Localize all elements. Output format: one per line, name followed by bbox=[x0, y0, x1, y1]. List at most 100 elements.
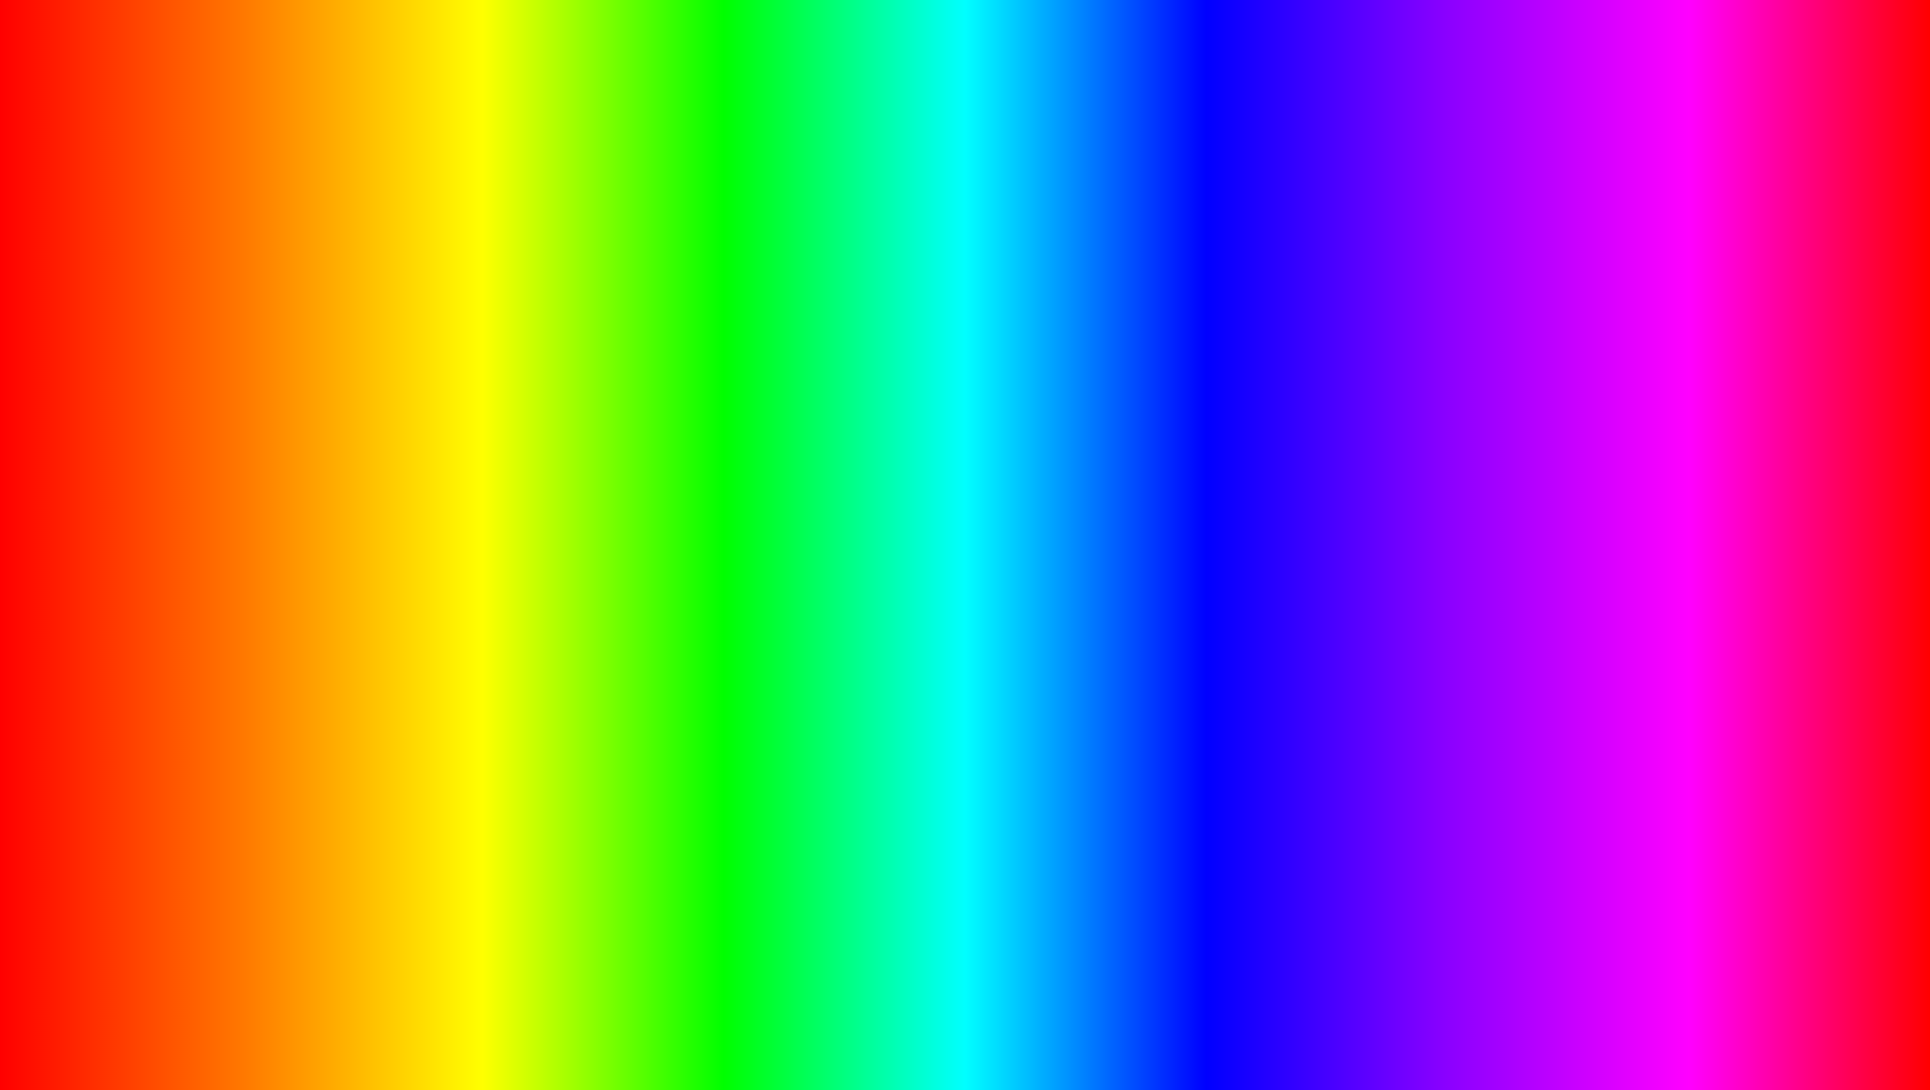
second-sea-item-3: Auto Swan Glasses bbox=[1579, 573, 1815, 590]
right-panel-nav[interactable]: General Automatics Visuals Combat Shop M… bbox=[1324, 318, 1820, 336]
auto-farm-fruit-label: Auto Farm Fruit Mastery bbox=[183, 564, 306, 595]
r-nav-combat[interactable]: Combat bbox=[1506, 321, 1542, 332]
stats-col-header: Stats bbox=[521, 341, 583, 358]
third-sea-col: Third Sea Auto Musketeer Hat Auto Ken-Ha… bbox=[1324, 336, 1573, 682]
fighting-styles-col: Fighting Styles Auto Death Step Auto Sup… bbox=[1573, 336, 1821, 682]
third-sea-item-9: Auto Cavander bbox=[1330, 495, 1566, 512]
auto-farm-gun-label: Auto Farm Gun Mastery bbox=[183, 594, 306, 609]
third-sea-item-2: Auto Ken-Haki V2 bbox=[1330, 379, 1566, 396]
logo-fruits-text: FRUITS bbox=[1701, 988, 1882, 1046]
auto-farm-boss-button[interactable]: Auto Farm Boss bbox=[183, 518, 306, 543]
fs-item-1: Auto Death Step bbox=[1579, 363, 1815, 380]
right-window-title: Shadow Hu bbox=[1332, 303, 1386, 314]
character-silhouette bbox=[812, 672, 992, 932]
third-sea-item-12: Auto Cake Prince bbox=[1330, 544, 1566, 561]
pastebin-text: PASTEBIN bbox=[1148, 954, 1612, 1057]
select-boss-label: Select Boss bbox=[183, 447, 306, 464]
third-sea-item-10: Auto Tushita bbox=[1330, 511, 1566, 528]
one-piece-logo-icon: ☠ bbox=[1588, 982, 1658, 1052]
nav-ui[interactable]: UI bbox=[525, 321, 537, 332]
second-sea-item-5: Auto Dark Beard bbox=[1579, 606, 1815, 623]
auto-farm-checkbox[interactable] bbox=[183, 394, 193, 404]
third-sea-item-8: Auto Hallow Scythe bbox=[1330, 478, 1566, 495]
fast-attack-checkbox[interactable] bbox=[392, 542, 402, 552]
material-col: Material Level : 2 bbox=[315, 336, 383, 677]
nav-combat[interactable]: Combat bbox=[357, 321, 393, 332]
main-col: Main Quest : CandyQuest1 | Level : 2 Aut… bbox=[175, 336, 315, 677]
third-sea-item-1: Auto Musketeer Hat bbox=[1330, 363, 1566, 380]
attack-delay-field[interactable]: 0.1 bbox=[392, 423, 505, 446]
nav-misc[interactable]: Miscellaneous bbox=[437, 321, 515, 332]
third-sea-item-3: Auto Serpent Bow bbox=[1330, 396, 1566, 413]
auto-active-buso-label: Auto Active Buso bbox=[406, 507, 502, 523]
distance-y-label: Distance Y bbox=[392, 589, 505, 606]
third-sea-header: Third Sea bbox=[1330, 342, 1566, 361]
blox-fruits-logo: ☠ X FRUITS bbox=[1588, 982, 1882, 1052]
title-blox-fruits: BLOX FRUITS bbox=[8, 23, 1922, 168]
dist-z-bar[interactable] bbox=[392, 646, 471, 652]
dist-x-bar[interactable] bbox=[392, 578, 471, 584]
special-item-2: Auto Soul Guitar bbox=[1330, 633, 1566, 650]
nav-visuals[interactable]: Visuals bbox=[305, 321, 347, 332]
bring-monster-checkbox[interactable] bbox=[392, 526, 402, 536]
r-nav-automatics[interactable]: Automatics bbox=[1384, 321, 1444, 332]
nav-automatics[interactable]: Automatics bbox=[235, 321, 295, 332]
nav-general[interactable]: General bbox=[183, 321, 225, 332]
auto-active-buso-checkbox[interactable] bbox=[392, 510, 402, 520]
bring-monster-label: Bring Monster bbox=[406, 523, 484, 539]
auto-active-buso-item[interactable]: Auto Active Buso bbox=[392, 507, 505, 523]
auto-farm-label: Auto Farm (Level) bbox=[197, 391, 299, 407]
fs-item-3: Auto Sharkman Karate bbox=[1579, 396, 1815, 413]
r-nav-misc[interactable]: Miscellaneous bbox=[1586, 321, 1664, 332]
left-panel-nav[interactable]: General Automatics Visuals Combat Shop M… bbox=[175, 318, 591, 336]
dist-y-fill bbox=[393, 613, 414, 617]
left-window-title: Shadow Hu bbox=[183, 303, 237, 314]
script-text: SCRIPT bbox=[889, 968, 1127, 1043]
redeem-codes-button[interactable]: Redeem x2 Codes bbox=[392, 448, 505, 473]
blob-1 bbox=[58, 762, 178, 882]
r-nav-visuals[interactable]: Visuals bbox=[1454, 321, 1496, 332]
first-sea-item-2: Auto Fully Saber bbox=[1579, 501, 1815, 518]
boss-select-field[interactable]: -- bbox=[183, 466, 306, 489]
dist-y-bar[interactable] bbox=[392, 612, 465, 618]
kill-percent-label: Kill Percent for [ Mastery ] bbox=[183, 609, 306, 640]
r-nav-general[interactable]: General bbox=[1332, 321, 1374, 332]
logo-text-group: X bbox=[1663, 992, 1696, 1042]
stats-col: Stats bbox=[513, 336, 591, 677]
right-panel-header: Shadow Hu 03, 2 bbox=[1324, 300, 1820, 318]
dist-y-row: 30/100 bbox=[392, 606, 505, 623]
settings-col: Settings Select Weapon Melee Set Attack … bbox=[384, 336, 514, 677]
fs-item-5: Auto Dragon Talon bbox=[1579, 429, 1815, 446]
left-panel-body: Main Quest : CandyQuest1 | Level : 2 Aut… bbox=[175, 336, 591, 677]
auto-rejoin-checkbox[interactable] bbox=[392, 486, 402, 496]
auto-rejoin-item[interactable]: Auto Rejoin when Kick bbox=[392, 475, 505, 507]
blob-2 bbox=[208, 842, 288, 922]
auto-farm-item[interactable]: Auto Farm (Level) bbox=[183, 391, 306, 407]
ken-range-label: Ken Range Lv. : 701 bbox=[183, 673, 306, 677]
nav-shop[interactable]: Shop bbox=[403, 321, 427, 332]
r-nav-ui[interactable]: UI bbox=[1674, 321, 1686, 332]
auto-farm-text: AUTO FARM bbox=[318, 954, 869, 1057]
refresh-boss-button[interactable]: Refresh Boss bbox=[183, 491, 306, 516]
weapon-select-field[interactable]: Melee bbox=[392, 379, 505, 402]
second-sea-item-6: Auto Factory Farm bbox=[1579, 622, 1815, 639]
bring-monster-item[interactable]: Bring Monster bbox=[392, 523, 505, 539]
fast-attack-item[interactable]: Fast Attack bbox=[392, 539, 505, 555]
legendary-section-header: [ Legendary Sword/Haki ] bbox=[392, 659, 505, 677]
third-sea-item-14: Auto Rainbow Haki bbox=[1330, 577, 1566, 594]
r-nav-shop[interactable]: Shop bbox=[1552, 321, 1576, 332]
third-sea-item-6: Auto Buddy Sword bbox=[1330, 445, 1566, 462]
logo-x-text: X bbox=[1663, 992, 1696, 1042]
svg-text:☠: ☠ bbox=[1607, 997, 1639, 1038]
dist-z-val: 0/100 bbox=[474, 640, 504, 657]
distance-x-label: Distance X bbox=[392, 555, 505, 572]
distance-z-label: Distance Z bbox=[392, 623, 505, 640]
timer-display: 0:30:14 bbox=[898, 845, 1032, 882]
fs-item-2: Auto Super Human bbox=[1579, 379, 1815, 396]
globe-icon bbox=[1372, 782, 1482, 892]
first-sea-header: [ First Sea ] bbox=[1579, 464, 1815, 483]
fighting-styles-header: Fighting Styles bbox=[1579, 342, 1815, 361]
mob-aura-label: Mob Aura bbox=[183, 407, 306, 424]
special-item-1: Auto Cursed Dual Katana bbox=[1330, 616, 1566, 633]
kill-percent-fill bbox=[184, 643, 214, 649]
